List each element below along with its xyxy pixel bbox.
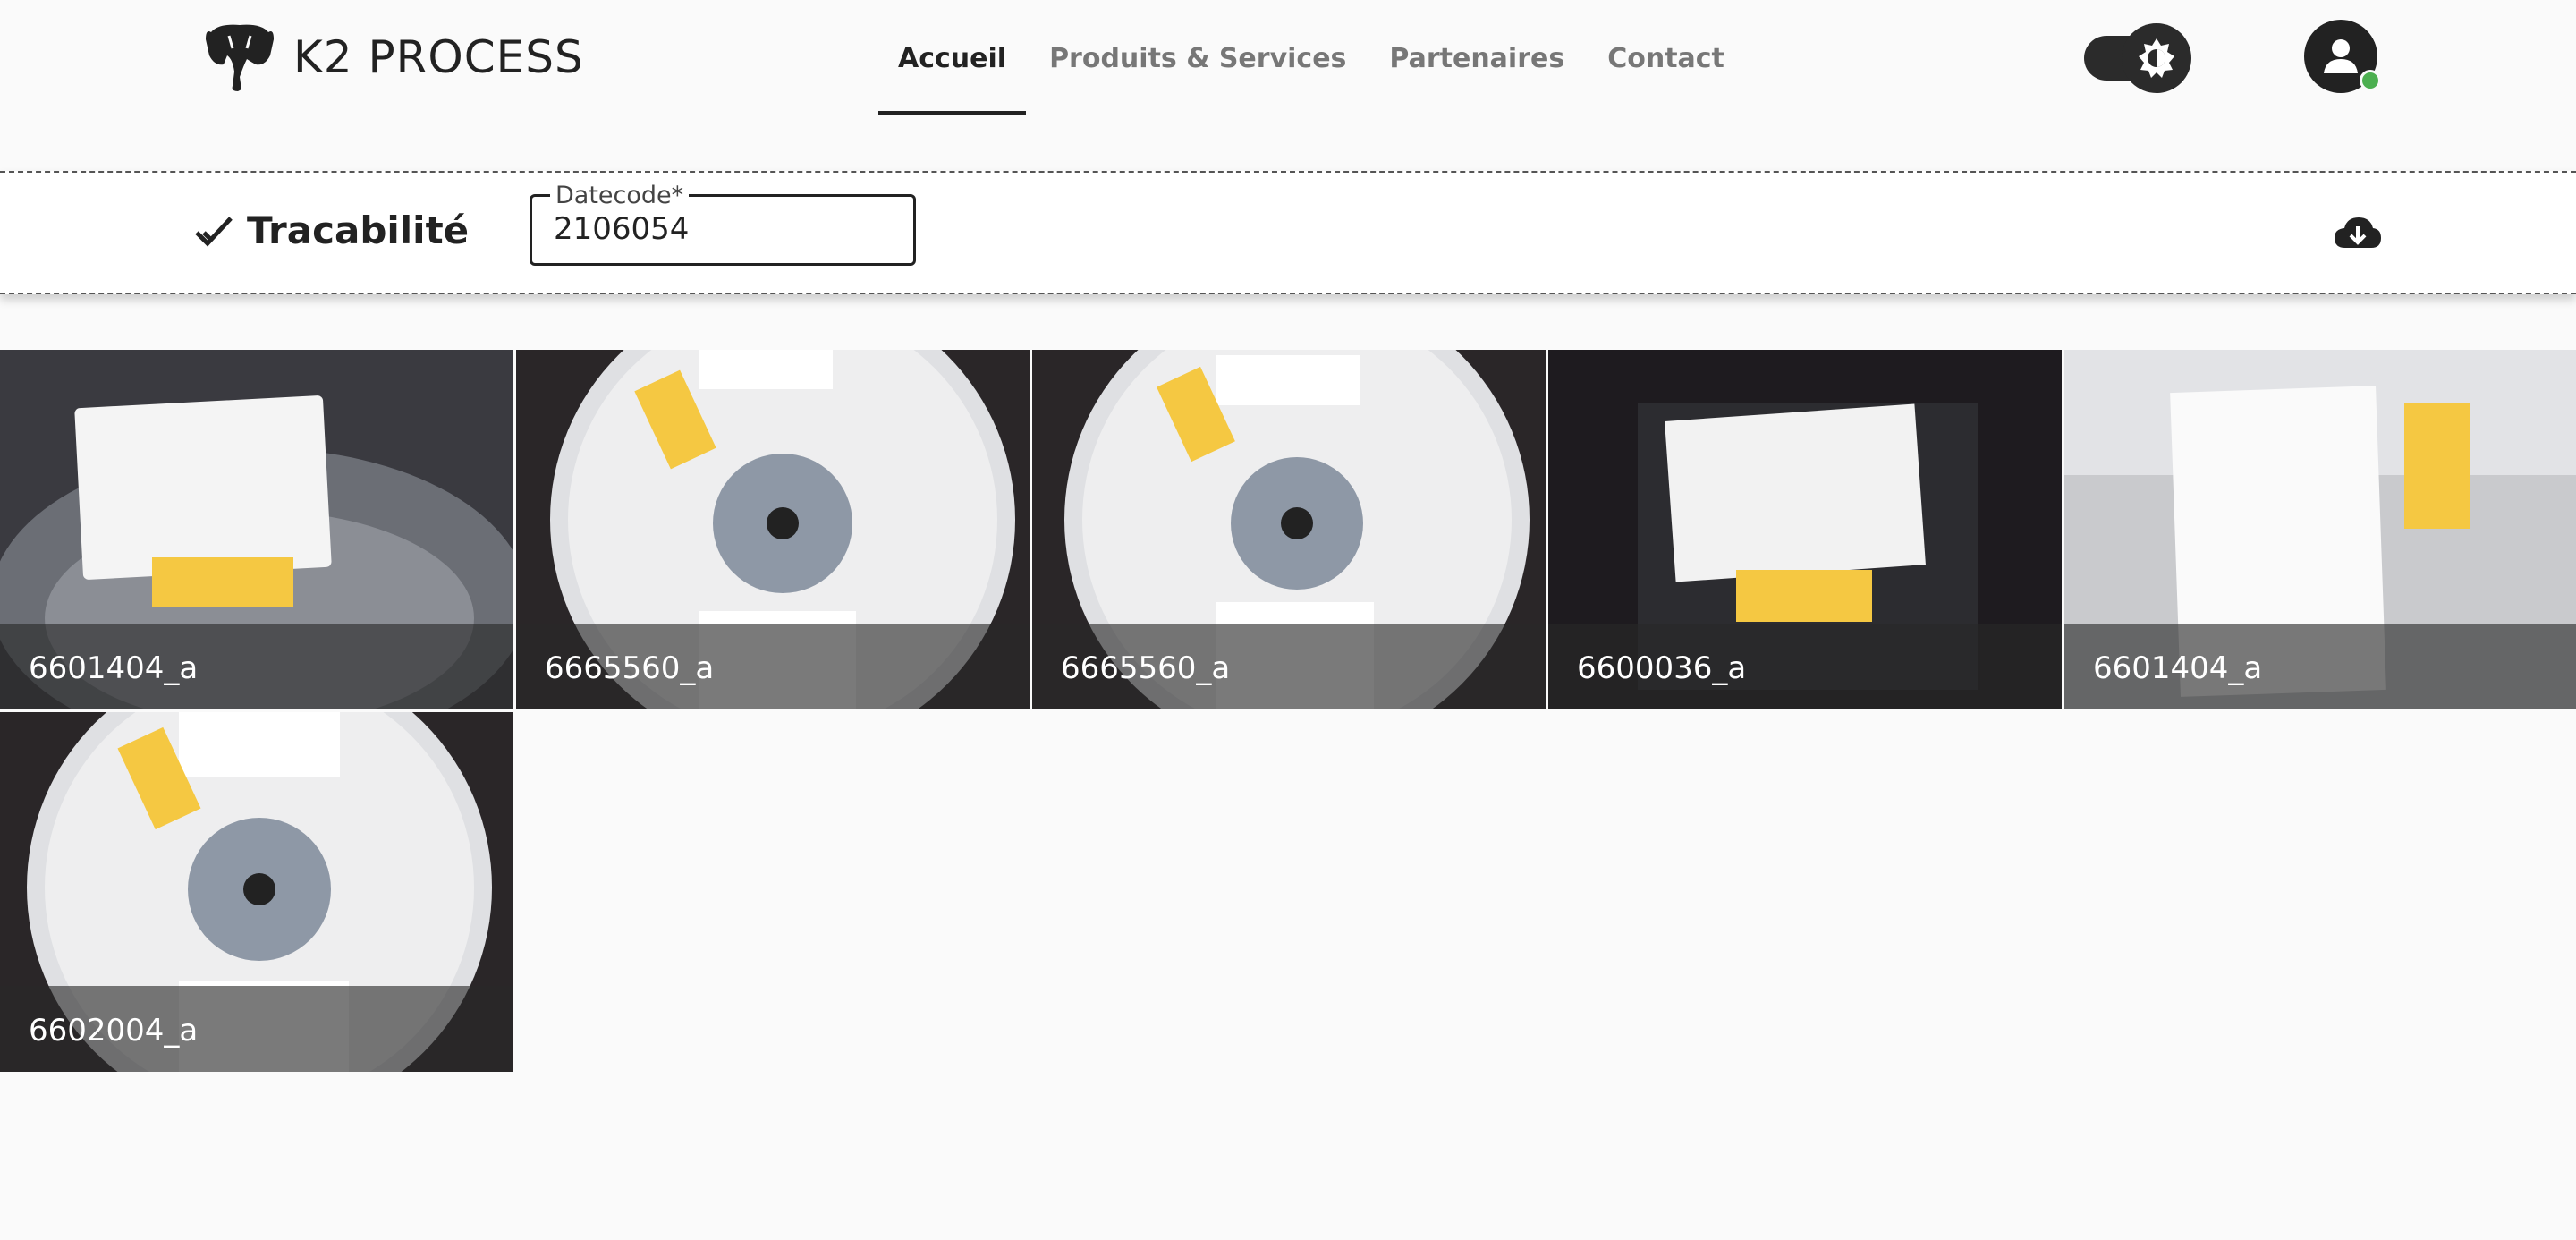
photo-caption-bar: 6665560_a	[516, 624, 1030, 709]
double-check-icon	[195, 216, 233, 247]
photo-tile[interactable]: 6601404_a	[2064, 350, 2576, 709]
datecode-input[interactable]	[554, 211, 894, 247]
download-button[interactable]	[2333, 214, 2383, 257]
online-status-dot	[2360, 70, 2381, 91]
photo-caption-bar: 6602004_a	[0, 986, 513, 1072]
datecode-field[interactable]: Datecode*	[530, 182, 916, 266]
photo-tile[interactable]: 6602004_a	[0, 712, 513, 1072]
cloud-download-icon	[2334, 217, 2381, 248]
photo-caption: 6601404_a	[29, 650, 199, 686]
theme-toggle[interactable]	[2084, 23, 2191, 93]
photo-caption: 6665560_a	[545, 650, 715, 686]
photo-caption-bar: 6600036_a	[1548, 624, 2062, 709]
photo-caption: 6600036_a	[1577, 650, 1747, 686]
photo-tile[interactable]: 6600036_a	[1548, 350, 2062, 709]
brightness-icon	[2122, 23, 2191, 93]
main-nav: Accueil Produits & Services Partenaires …	[877, 0, 1746, 116]
user-icon	[2324, 39, 2358, 73]
photo-caption-bar: 6601404_a	[2064, 624, 2576, 709]
photo-tile[interactable]: 6665560_a	[1032, 350, 1546, 709]
page-title: Tracabilité	[247, 208, 470, 252]
header: K2 PROCESS Accueil Produits & Services P…	[0, 0, 2576, 116]
photo-caption: 6665560_a	[1061, 650, 1231, 686]
photo-caption: 6602004_a	[29, 1013, 199, 1049]
photo-caption-bar: 6665560_a	[1032, 624, 1546, 709]
nav-partenaires[interactable]: Partenaires	[1368, 0, 1586, 116]
nav-produits-services[interactable]: Produits & Services	[1028, 0, 1368, 116]
brand-logo[interactable]: K2 PROCESS	[202, 20, 584, 95]
nav-accueil[interactable]: Accueil	[877, 0, 1028, 116]
photo-tile[interactable]: 6601404_a	[0, 350, 513, 709]
photo-tile[interactable]: 6665560_a	[516, 350, 1030, 709]
datecode-label: Datecode*	[550, 182, 690, 209]
elephant-icon	[206, 24, 274, 92]
traceability-toolbar: Tracabilité Datecode*	[0, 171, 2576, 294]
photo-caption-bar: 6601404_a	[0, 624, 513, 709]
nav-contact[interactable]: Contact	[1586, 0, 1746, 116]
brand-name: K2 PROCESS	[293, 31, 584, 83]
account-button[interactable]	[2304, 20, 2381, 93]
traceability-heading: Tracabilité	[195, 208, 469, 252]
photo-caption: 6601404_a	[2093, 650, 2263, 686]
